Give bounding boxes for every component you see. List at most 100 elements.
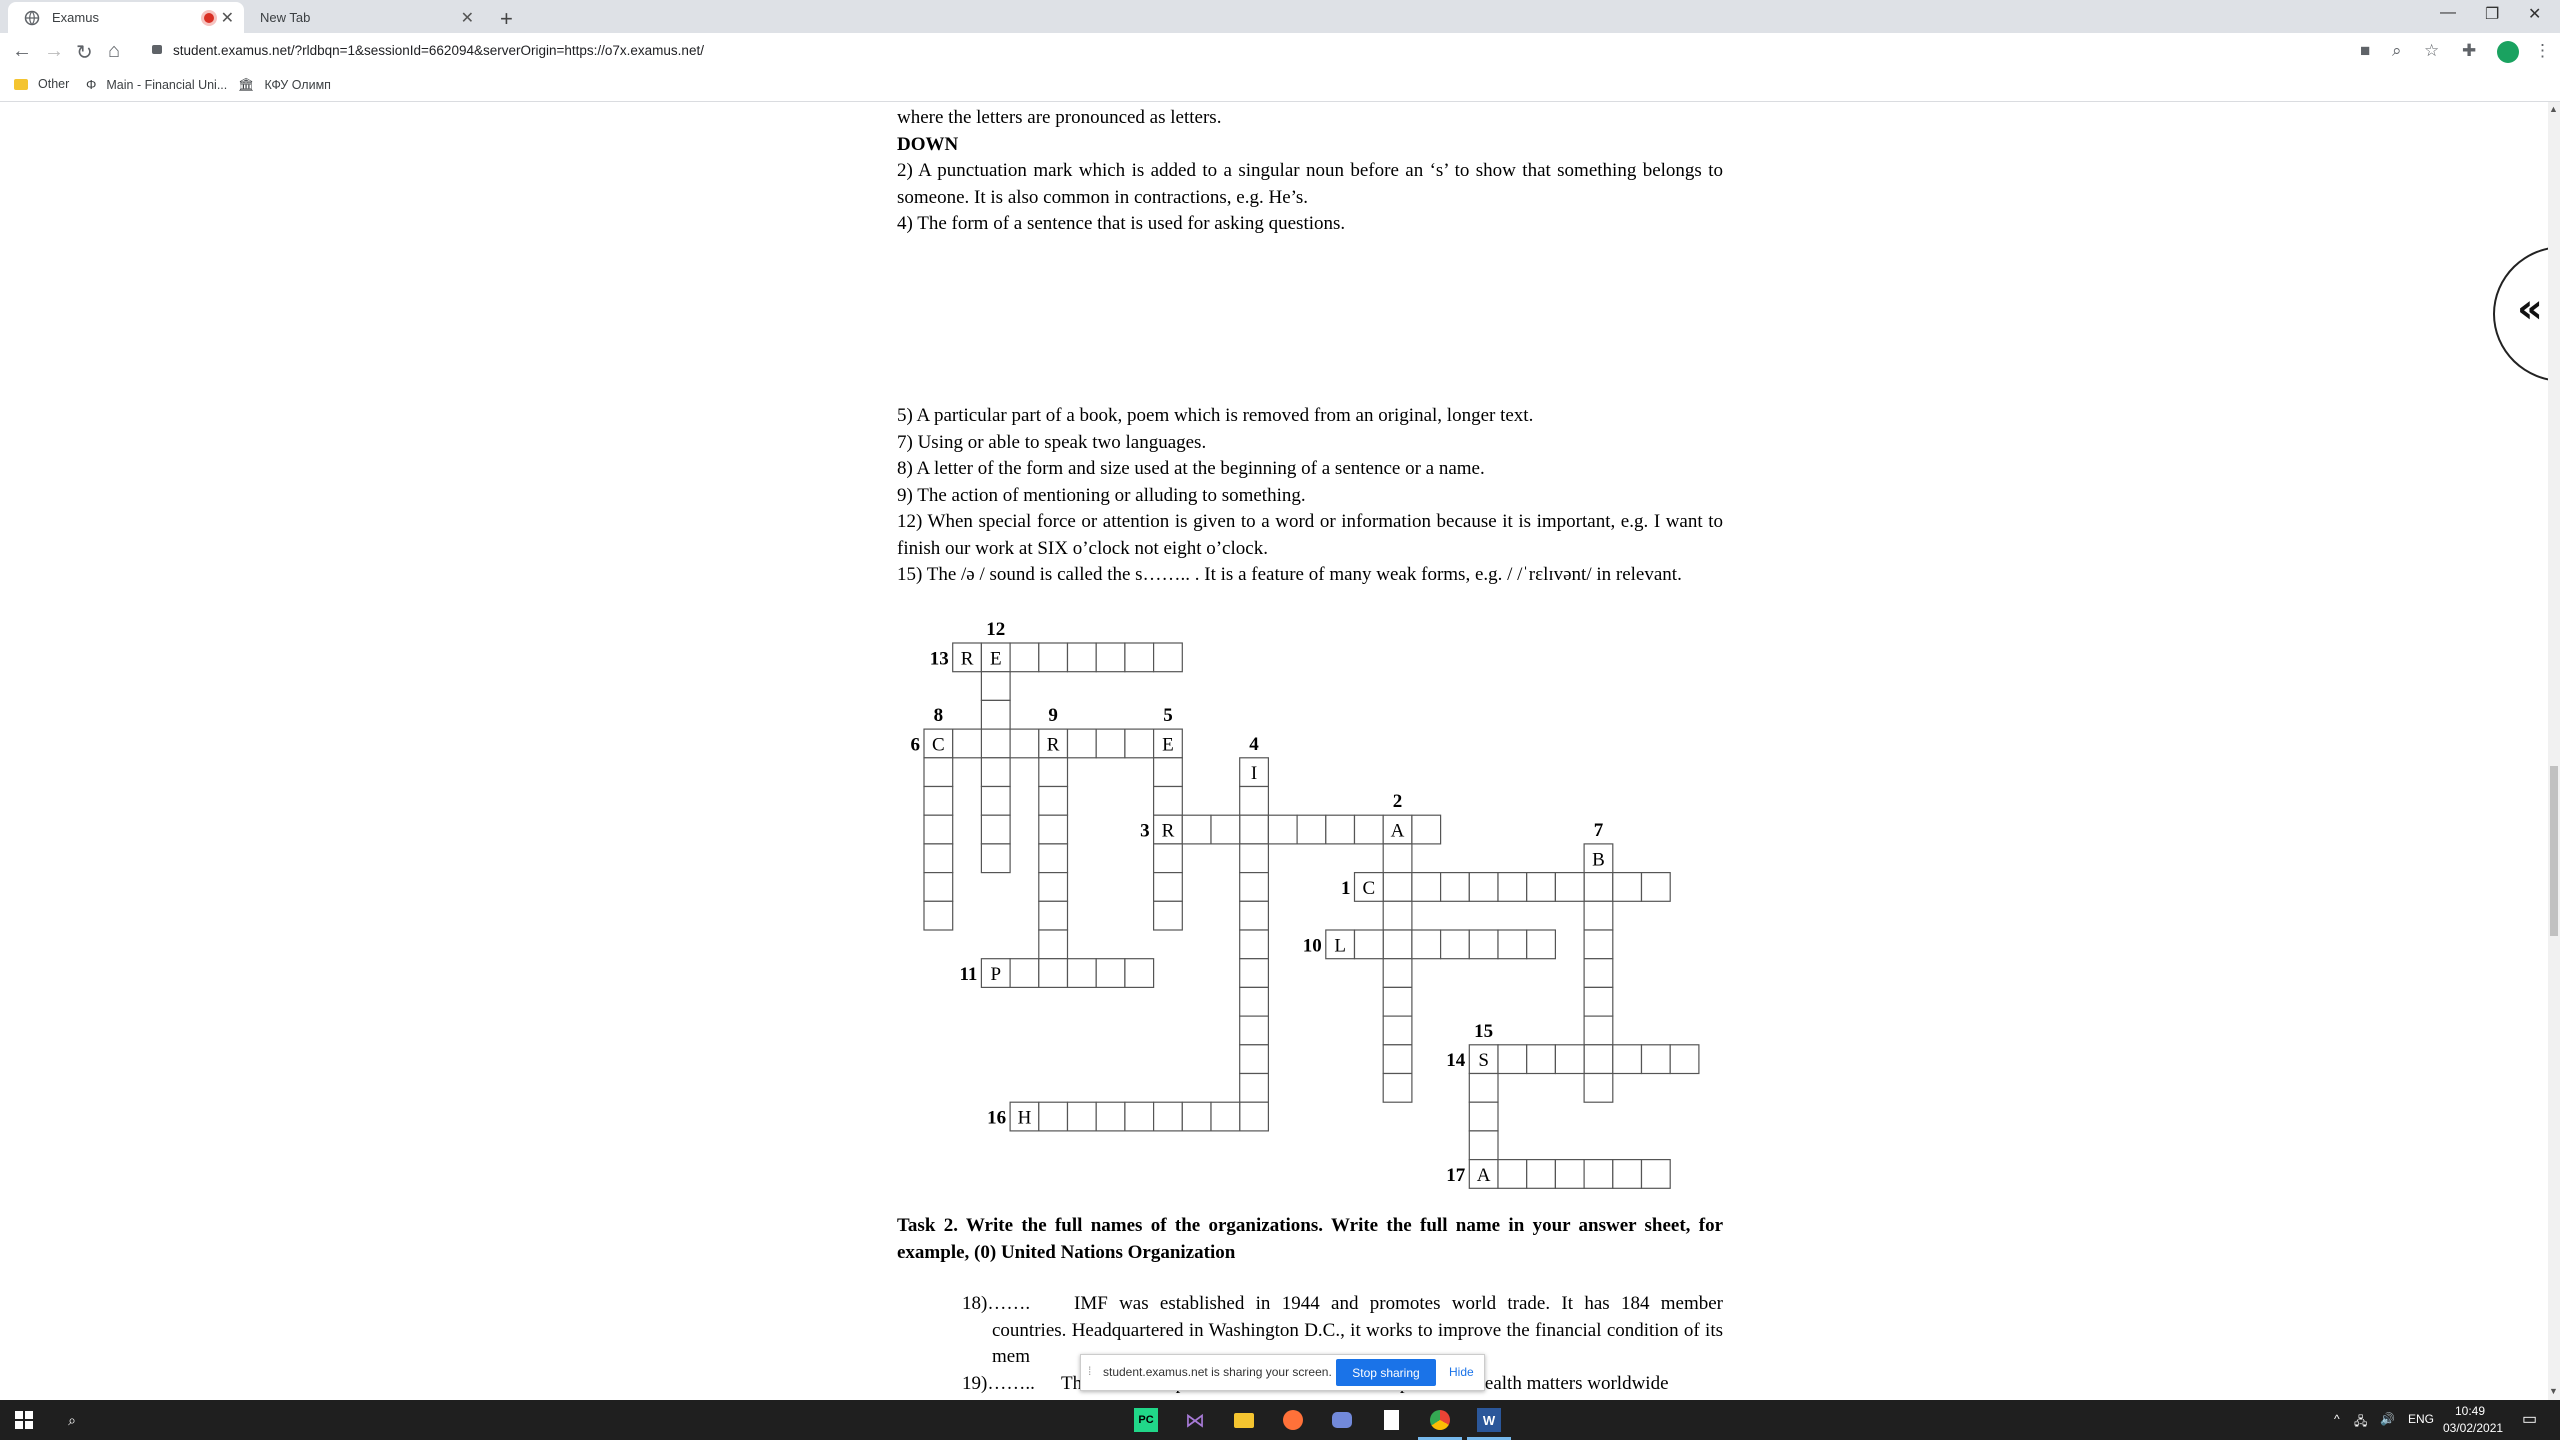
restore-icon[interactable]: ❐	[2485, 4, 2499, 24]
notification-icon[interactable]: ▭	[2522, 1409, 2537, 1429]
crossword-cell	[1239, 1015, 1269, 1046]
discord-icon[interactable]	[1330, 1408, 1354, 1432]
crossword-grid: R EC R ERIABCLPSAH131268 9 543271101115141617	[911, 619, 1700, 1189]
close-tab-icon[interactable]: ✕	[461, 8, 474, 28]
word-icon[interactable]: W	[1467, 1408, 1511, 1440]
crossword-cell	[1526, 871, 1556, 902]
forward-icon[interactable]: →	[44, 40, 64, 63]
crossword-cell	[1382, 871, 1413, 902]
crossword-letter: P	[990, 964, 1001, 985]
crossword-cell	[1583, 1072, 1614, 1103]
clue-number: 9	[1048, 705, 1058, 726]
crossword-cell	[1497, 1044, 1528, 1075]
menu-icon[interactable]: ⋮	[2534, 41, 2551, 61]
crossword-cell	[1583, 871, 1614, 902]
drag-handle-icon[interactable]: ⁞	[1088, 1364, 1091, 1378]
tray-overflow-icon[interactable]: ^	[2334, 1412, 2340, 1426]
crossword-cell	[1095, 642, 1126, 673]
zoom-icon[interactable]: ⌕	[2392, 41, 2402, 61]
crossword-letter: L	[1334, 935, 1346, 956]
crossword-cell	[1124, 728, 1155, 759]
crossword-letter: C	[932, 734, 945, 755]
bookmark-financial-uni[interactable]: Φ Main - Financial Uni...	[86, 77, 227, 92]
close-window-icon[interactable]: ✕	[2528, 4, 2541, 24]
hide-link[interactable]: Hide	[1449, 1365, 1474, 1379]
clock-date[interactable]: 03/02/2021	[2443, 1421, 2503, 1435]
bookmark-kfu[interactable]: 🏛 КФУ Олимп	[238, 77, 331, 93]
tab-examus[interactable]: Examus ✕	[8, 2, 244, 33]
chrome-icon[interactable]	[1418, 1408, 1462, 1440]
clock-time[interactable]: 10:49	[2455, 1404, 2485, 1418]
bookmark-other[interactable]: Other	[14, 77, 69, 91]
crossword-letter: R	[1162, 821, 1175, 842]
crossword-cell	[923, 900, 954, 931]
crossword-cell	[1239, 986, 1269, 1017]
minimize-icon[interactable]: —	[2440, 4, 2456, 22]
search-icon[interactable]: ⌕	[60, 1408, 84, 1432]
extensions-icon[interactable]: ✚	[2462, 41, 2476, 61]
crossword-cell	[1152, 642, 1183, 673]
crossword-cell	[1239, 958, 1269, 989]
crossword-letter: H	[1018, 1108, 1032, 1129]
crossword-cell	[1640, 1158, 1671, 1189]
scroll-up-icon[interactable]: ▲	[2549, 104, 2558, 114]
crossword-cell	[1296, 814, 1327, 845]
home-icon[interactable]: ⌂	[108, 40, 120, 63]
clue-number: 1	[1341, 878, 1351, 899]
file-explorer-icon[interactable]	[1232, 1408, 1256, 1432]
building-icon: 🏛	[238, 77, 255, 92]
crossword-cell	[1669, 1044, 1700, 1075]
crossword-cell	[980, 699, 1011, 730]
browser-toolbar: ← → ↻ ⌂ student.examus.net/?rldbqn=1&ses…	[0, 33, 2560, 70]
network-icon[interactable]: 🖧	[2354, 1412, 2367, 1433]
crossword-cell	[1497, 929, 1528, 960]
crossword-letter: C	[1363, 878, 1376, 899]
crossword-letter: A	[1477, 1165, 1491, 1186]
crossword-cell	[952, 728, 983, 759]
crossword-cell	[1382, 1072, 1413, 1103]
visual-studio-icon[interactable]: ⋈	[1183, 1408, 1207, 1432]
crossword-cell	[1095, 958, 1126, 989]
camera-icon[interactable]: ■	[2360, 41, 2370, 61]
stop-sharing-button[interactable]: Stop sharing	[1336, 1359, 1436, 1386]
clue-number: 3	[1140, 821, 1150, 842]
crossword-cell	[1382, 929, 1413, 960]
profile-avatar[interactable]	[2497, 41, 2519, 63]
pycharm-icon[interactable]: PC	[1134, 1408, 1158, 1432]
scrollbar-thumb[interactable]	[2550, 766, 2558, 936]
vertical-scrollbar[interactable]: ▲ ▼	[2548, 102, 2560, 1400]
crossword-cell	[980, 728, 1011, 759]
crossword-cell	[980, 671, 1011, 702]
address-bar[interactable]: student.examus.net/?rldbqn=1&sessionId=6…	[173, 43, 704, 58]
crossword-cell	[1612, 1044, 1643, 1075]
close-tab-icon[interactable]: ✕	[221, 8, 234, 28]
crossword-cell	[1497, 1158, 1528, 1189]
crossword-cell	[1411, 871, 1442, 902]
new-tab-button[interactable]: +	[500, 6, 513, 32]
language-indicator[interactable]: ENG	[2408, 1412, 2434, 1426]
reload-icon[interactable]: ↻	[76, 40, 93, 65]
crossword-cell	[1468, 929, 1499, 960]
crossword-cell	[1152, 785, 1183, 816]
crossword-cell	[1239, 814, 1269, 845]
back-icon[interactable]: ←	[12, 40, 32, 63]
clue-number: 8	[934, 705, 944, 726]
clue-number: 5	[1163, 705, 1173, 726]
windows-taskbar: ⌕ PC ⋈ W ^ 🖧 🔊 ENG 10:49 03/02/2021 ▭	[0, 1400, 2560, 1440]
crossword-cell	[1382, 986, 1413, 1017]
crossword-cell	[1382, 1044, 1413, 1075]
windows-start-icon[interactable]	[12, 1408, 36, 1432]
crossword-cell	[1210, 1101, 1241, 1132]
crossword-cell	[1583, 1015, 1614, 1046]
notepad-icon[interactable]	[1379, 1408, 1403, 1432]
firefox-icon[interactable]	[1281, 1408, 1305, 1432]
page-content: where the letters are pronounced as lett…	[0, 102, 2548, 1400]
crossword-cell	[1038, 1101, 1069, 1132]
crossword-cell	[1640, 871, 1671, 902]
phi-icon: Φ	[86, 77, 97, 92]
tab-new-tab[interactable]: New Tab ✕	[246, 2, 484, 33]
bookmark-star-icon[interactable]: ☆	[2424, 41, 2439, 61]
crossword-letter: R	[961, 648, 974, 669]
scroll-down-icon[interactable]: ▼	[2549, 1386, 2558, 1396]
volume-icon[interactable]: 🔊	[2380, 1412, 2395, 1426]
